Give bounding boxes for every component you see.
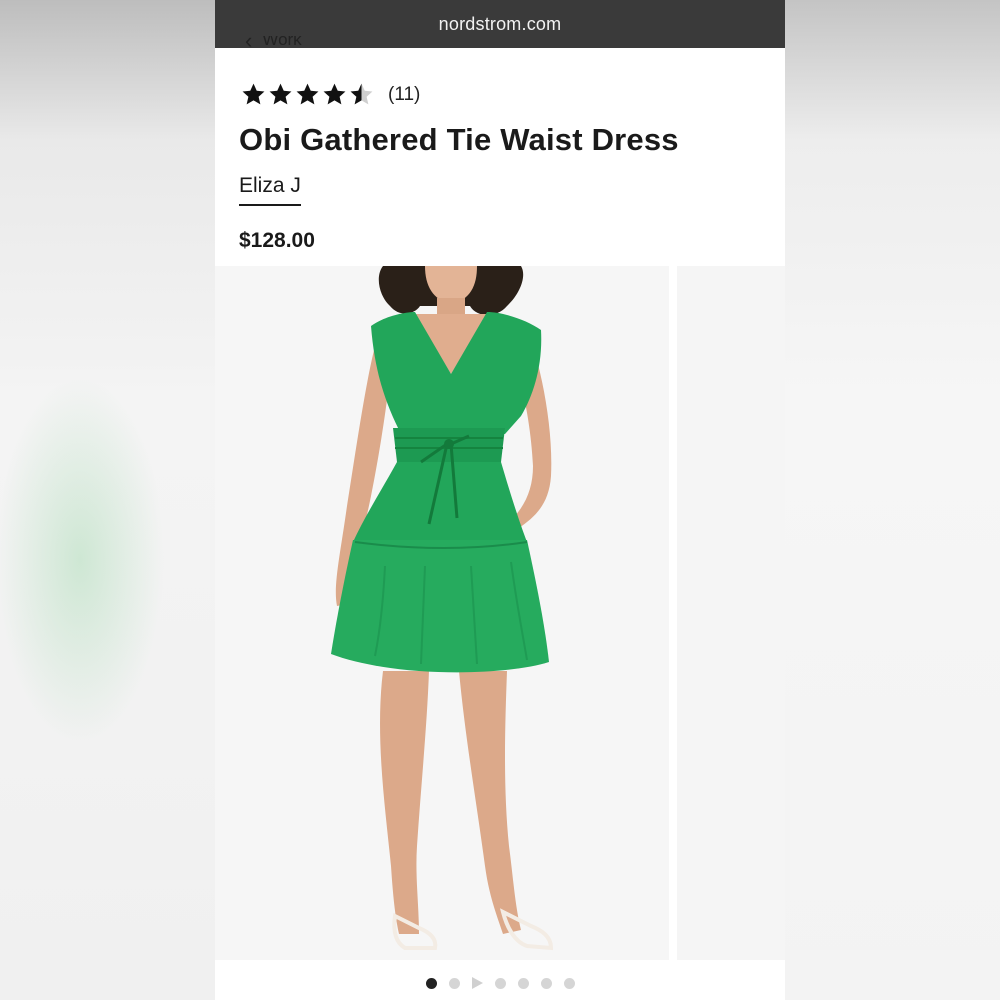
pagination-dot[interactable] [448, 977, 460, 989]
model-in-dress-illustration [331, 266, 554, 951]
star-full-icon [269, 83, 292, 105]
review-count: (11) [388, 83, 421, 105]
star-full-icon [242, 83, 265, 105]
blurred-background-right [785, 0, 1000, 1000]
url-text: nordstrom.com [438, 13, 562, 34]
gallery-pagination[interactable] [215, 972, 785, 994]
product-photo-main[interactable] [215, 266, 669, 960]
mobile-screen: nordstrom.com ‹ Work (11) Obi Gathered T… [215, 0, 785, 1000]
product-photo-next-peek[interactable] [677, 266, 785, 960]
blurred-background-left [0, 0, 215, 1000]
pagination-dot[interactable] [517, 977, 529, 989]
breadcrumb-label: Work [262, 36, 302, 49]
star-full-icon [323, 83, 346, 105]
pagination-dot[interactable] [540, 977, 552, 989]
rating-stars [241, 82, 374, 107]
video-play-icon[interactable] [471, 977, 483, 989]
pagination-dot[interactable] [563, 977, 575, 989]
product-title: Obi Gathered Tie Waist Dress [239, 122, 679, 157]
breadcrumb-back-link[interactable]: ‹ Work [245, 36, 302, 54]
star-full-icon [296, 83, 319, 105]
product-price: $128.00 [239, 229, 315, 252]
pagination-dot-active[interactable] [425, 977, 437, 989]
product-image-gallery[interactable] [215, 266, 785, 960]
star-half-icon [350, 83, 373, 105]
chevron-left-icon: ‹ [245, 36, 253, 53]
brand-link[interactable]: Eliza J [239, 174, 301, 206]
product-rating[interactable]: (11) [241, 82, 420, 107]
pagination-dot[interactable] [494, 977, 506, 989]
